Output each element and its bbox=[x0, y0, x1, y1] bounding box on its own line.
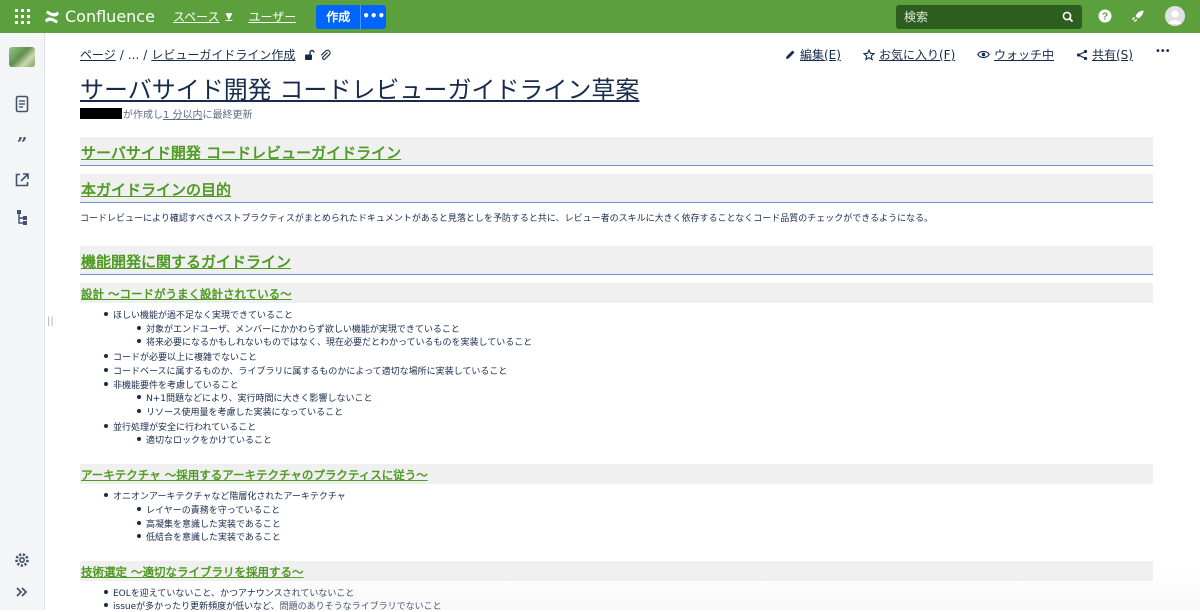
list-item: 非機能要件を考慮していること bbox=[104, 378, 239, 391]
breadcrumb: ページ / ... / レビューガイドライン作成 bbox=[80, 46, 331, 63]
share-icon bbox=[1076, 49, 1088, 60]
more-actions-button[interactable]: ••• bbox=[1155, 46, 1171, 57]
rocket-icon[interactable] bbox=[1130, 8, 1146, 24]
left-sidebar: ” bbox=[0, 33, 45, 610]
byline-updated: に最終更新 bbox=[202, 110, 253, 121]
share-label: 共有(S) bbox=[1092, 48, 1133, 62]
heading-feature: 機能開発に関するガイドライン bbox=[80, 246, 1153, 275]
heading-design: 設計 〜コードがうまく設計されている〜 bbox=[80, 283, 1153, 303]
list-item: 並行処理が安全に行われていること bbox=[103, 420, 256, 433]
pencil-icon bbox=[786, 50, 795, 59]
purpose-paragraph: コードレビューにより確認すべきベストプラクティスがまとめられたドキュメントがある… bbox=[80, 214, 934, 224]
avatar[interactable] bbox=[1165, 6, 1185, 26]
favorite-label: お気に入り(F) bbox=[879, 48, 956, 62]
unlock-icon[interactable] bbox=[303, 49, 316, 61]
search-placeholder: 検索 bbox=[904, 10, 929, 24]
hierarchy-icon[interactable] bbox=[13, 208, 31, 226]
heading-main: サーバサイド開発 コードレビューガイドライン bbox=[80, 137, 1153, 166]
create-button-group: 作成 ••• bbox=[316, 4, 387, 29]
breadcrumb-parent-link[interactable]: レビューガイドライン作成 bbox=[151, 46, 295, 63]
heading-purpose: 本ガイドラインの目的 bbox=[80, 174, 1153, 203]
heading-architecture-text: アーキテクチャ 〜採用するアーキテクチャのプラクティスに従う〜 bbox=[81, 468, 428, 482]
list-item: レイヤーの責務を守っていること bbox=[136, 503, 280, 516]
redacted-author bbox=[80, 108, 122, 119]
create-more-button[interactable]: ••• bbox=[360, 4, 387, 29]
byline-created: が作成し bbox=[123, 110, 163, 121]
breadcrumb-separator: / bbox=[119, 47, 124, 62]
expand-sidebar-icon[interactable] bbox=[13, 583, 31, 601]
list-item: オニオンアーキテクチャなど階層化されたアーキテクチャ bbox=[104, 489, 346, 502]
svg-text:?: ? bbox=[1102, 12, 1108, 23]
favorite-button[interactable]: お気に入り(F) bbox=[863, 46, 955, 63]
edit-label: 編集(E) bbox=[800, 48, 841, 62]
help-icon[interactable]: ? bbox=[1097, 8, 1113, 24]
heading-purpose-text: 本ガイドラインの目的 bbox=[81, 181, 232, 199]
eye-icon bbox=[977, 50, 990, 59]
attachment-icon[interactable] bbox=[319, 49, 331, 61]
heading-tech-selection-text: 技術選定 〜適切なライブラリを採用する〜 bbox=[81, 565, 304, 579]
heading-main-text: サーバサイド開発 コードレビューガイドライン bbox=[81, 144, 402, 162]
chevron-down-icon: ▼ bbox=[225, 11, 233, 22]
create-button[interactable]: 作成 bbox=[316, 4, 361, 29]
settings-gear-icon[interactable] bbox=[13, 551, 31, 569]
sidebar-resize-handle[interactable]: || bbox=[47, 316, 54, 327]
list-item: 将来必要になるかもしれないものではなく、現在必要だとわかっているものを実装してい… bbox=[136, 335, 532, 348]
external-link-icon[interactable] bbox=[13, 171, 31, 189]
share-button[interactable]: 共有(S) bbox=[1076, 46, 1133, 63]
list-item: N+1問題などにより、実行時間に大きく影響しないこと bbox=[136, 391, 372, 404]
nav-users-label: ユーザー bbox=[248, 10, 297, 24]
list-item: 対象がエンドユーザ、メンバーにかかわらず欲しい機能が実現できていること bbox=[137, 322, 460, 335]
heading-tech-selection: 技術選定 〜適切なライブラリを採用する〜 bbox=[80, 561, 1153, 581]
heading-architecture: アーキテクチャ 〜採用するアーキテクチャのプラクティスに従う〜 bbox=[80, 464, 1153, 484]
list-item: 高凝集を意識した実装であること bbox=[137, 517, 281, 530]
nav-spaces-label: スペース bbox=[172, 10, 220, 24]
confluence-logo[interactable]: Confluence bbox=[44, 7, 155, 26]
list-item: リソース使用量を考慮した実装になっていること bbox=[136, 405, 343, 418]
list-item: コードが必要以上に複雑でないこと bbox=[103, 350, 257, 363]
breadcrumb-pages-link[interactable]: ページ bbox=[80, 46, 116, 63]
search-icon bbox=[1062, 11, 1074, 23]
quote-icon[interactable]: ” bbox=[13, 134, 31, 152]
app-switcher-button[interactable] bbox=[0, 0, 44, 33]
confluence-logo-icon bbox=[45, 10, 59, 23]
heading-design-text: 設計 〜コードがうまく設計されている〜 bbox=[81, 287, 292, 301]
heading-feature-text: 機能開発に関するガイドライン bbox=[81, 253, 292, 271]
list-item: ほしい機能が過不足なく実現できていること bbox=[103, 308, 293, 321]
nav-spaces[interactable]: スペース ▼ bbox=[173, 8, 232, 25]
space-avatar[interactable] bbox=[9, 47, 35, 67]
pages-icon[interactable] bbox=[13, 95, 31, 113]
star-icon bbox=[863, 48, 875, 61]
breadcrumb-ellipsis[interactable]: ... bbox=[128, 48, 139, 62]
page-byline: が作成し 1 分以内 に最終更新 bbox=[80, 106, 253, 121]
list-item: 低結合を意識した実装であること bbox=[137, 530, 281, 543]
user-avatar-icon bbox=[1168, 10, 1182, 24]
list-item: issueが多かったり更新頻度が低いなど、問題のありそうなライブラリでないこと bbox=[104, 599, 442, 612]
edit-button[interactable]: 編集(E) bbox=[785, 46, 841, 63]
watch-button[interactable]: ウォッチ中 bbox=[977, 46, 1054, 63]
nav-users[interactable]: ユーザー bbox=[248, 8, 296, 25]
page-title: サーバサイド開発 コードレビューガイドライン草案 bbox=[80, 76, 640, 104]
byline-time-link[interactable]: 1 分以内 bbox=[163, 106, 203, 121]
svg-text:”: ” bbox=[17, 134, 27, 152]
grid-icon bbox=[14, 9, 30, 24]
search-input[interactable]: 検索 bbox=[896, 5, 1082, 29]
product-name: Confluence bbox=[65, 7, 155, 26]
list-item: コードベースに属するものか、ライブラリに属するものかによって適切な場所に実装して… bbox=[103, 364, 507, 377]
breadcrumb-separator: / bbox=[143, 47, 148, 62]
list-item: EOLを迎えていないこと、かつアナウンスされていないこと bbox=[103, 586, 354, 599]
watch-label: ウォッチ中 bbox=[994, 48, 1055, 62]
list-item: 適切なロックをかけていること bbox=[136, 433, 272, 446]
